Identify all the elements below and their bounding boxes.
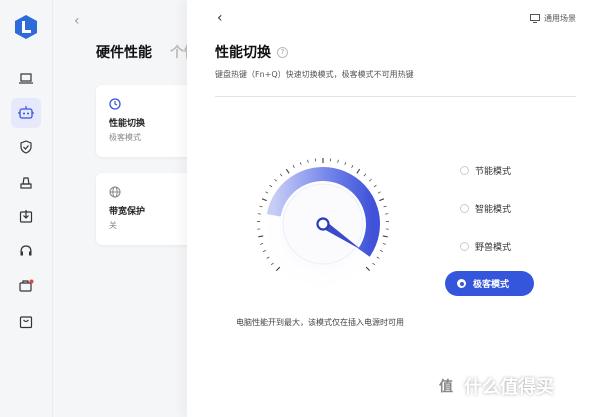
card-subtitle: 极客模式	[109, 133, 141, 142]
globe-icon	[109, 186, 121, 198]
card-subtitle: 关	[109, 221, 117, 230]
bag-icon[interactable]	[15, 311, 37, 333]
left-rail	[0, 0, 53, 417]
app-logo-icon	[15, 15, 37, 39]
radio-icon	[460, 166, 469, 175]
watermark-logo-icon: 值	[434, 374, 458, 398]
headset-icon[interactable]	[15, 240, 37, 262]
divider	[215, 96, 576, 97]
mode-label: 极客模式	[473, 280, 510, 290]
card-title: 带宽保护	[109, 207, 146, 217]
scene-label: 通用场景	[544, 14, 576, 23]
mode-option-geek[interactable]: 极客模式	[445, 271, 534, 296]
radio-selected-icon	[457, 279, 466, 288]
panel-title: 性能切换 ?	[215, 42, 288, 62]
radio-icon	[460, 242, 469, 251]
mode-option-beast[interactable]: 野兽模式	[460, 240, 511, 253]
back-button[interactable]: ‹	[217, 10, 223, 26]
performance-panel: ‹ 通用场景 性能切换 ? 键盘热键（Fn+Q）快速切换模式，极客模式不可用热键…	[187, 0, 600, 417]
background-back-button[interactable]: ‹	[74, 13, 80, 29]
mode-label: 智能模式	[475, 205, 512, 215]
radio-icon	[460, 204, 469, 213]
mode-option-smart[interactable]: 智能模式	[460, 202, 511, 215]
scene-button[interactable]: 通用场景	[530, 13, 576, 24]
background-title: 硬件性能	[96, 45, 152, 61]
download-box-icon[interactable]	[15, 205, 37, 227]
shield-icon[interactable]	[15, 136, 37, 158]
gauge-hub	[316, 217, 330, 231]
watermark-text: 什么值得买	[464, 377, 554, 398]
clock-icon	[109, 98, 121, 110]
panel-title-text: 性能切换	[215, 45, 271, 61]
laptop-icon[interactable]	[15, 68, 37, 90]
watermark: 值 什么值得买	[434, 373, 554, 399]
help-icon[interactable]: ?	[277, 46, 288, 58]
performance-gauge	[257, 158, 389, 290]
cleaner-icon[interactable]	[15, 172, 37, 194]
mode-option-eco[interactable]: 节能模式	[460, 164, 511, 177]
card-title: 性能切换	[109, 119, 146, 129]
monitor-icon	[530, 14, 540, 23]
robot-icon[interactable]	[11, 98, 41, 128]
mode-description: 电脑性能开到最大，该模式仅在插入电源时可用	[236, 318, 404, 327]
hotkey-hint: 键盘热键（Fn+Q）快速切换模式，极客模式不可用热键	[215, 70, 414, 79]
briefcase-icon[interactable]	[15, 275, 37, 297]
mode-label: 野兽模式	[475, 243, 512, 253]
mode-label: 节能模式	[475, 167, 512, 177]
